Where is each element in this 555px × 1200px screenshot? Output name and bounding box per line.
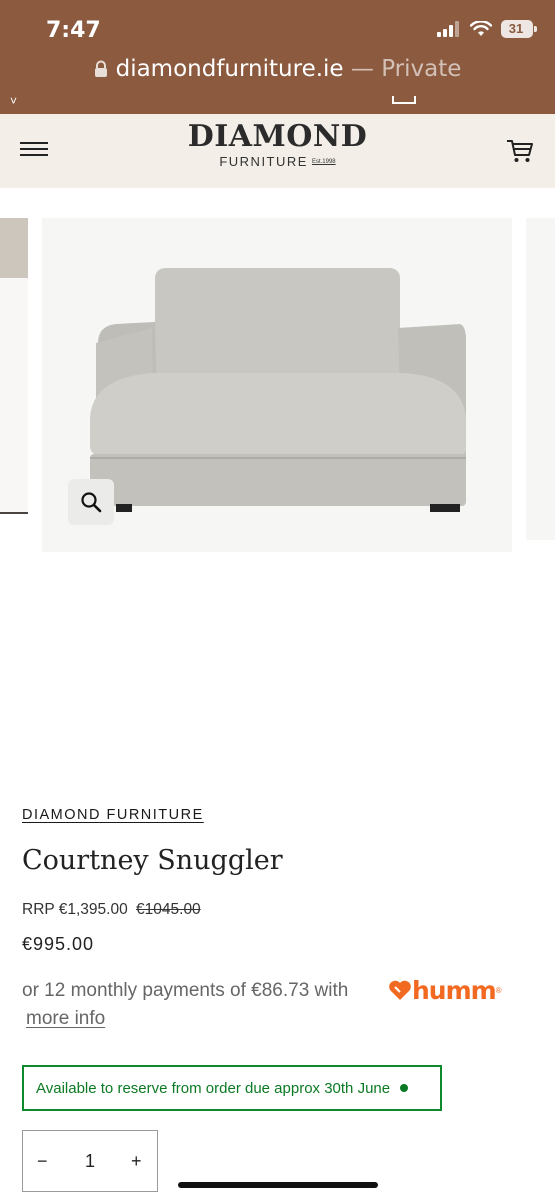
humm-logo[interactable]: humm ® xyxy=(388,975,502,1005)
url-private-label: — Private xyxy=(343,56,462,82)
tabs-chevron-icon[interactable]: ˅ xyxy=(10,94,17,108)
battery-level: 31 xyxy=(508,21,524,36)
browser-status-bar: 7:47 31 diamondfurniture.ie — Private ˅ xyxy=(0,0,555,114)
rrp-label: RRP €1,395.00 xyxy=(22,901,128,918)
instalment-text: or 12 monthly payments of €86.73 with xyxy=(22,980,349,1001)
lock-icon xyxy=(94,60,107,77)
signal-icon xyxy=(437,21,459,37)
status-icons: 31 xyxy=(437,20,537,38)
availability-dot-icon xyxy=(400,1084,409,1092)
quantity-stepper[interactable]: − 1 + xyxy=(22,1130,158,1192)
tabs-handle-icon xyxy=(392,96,416,104)
cart-icon[interactable] xyxy=(505,136,535,166)
humm-heart-icon xyxy=(389,980,411,1000)
product-brand-link[interactable]: DIAMOND FURNITURE xyxy=(22,807,204,823)
address-bar[interactable]: diamondfurniture.ie — Private xyxy=(0,56,555,82)
search-icon xyxy=(81,492,102,513)
wifi-icon xyxy=(470,21,492,36)
product-title: Courtney Snuggler xyxy=(22,845,283,876)
home-indicator[interactable] xyxy=(178,1182,378,1188)
humm-wordmark: humm xyxy=(412,975,497,1005)
logo-subtitle: FURNITURE xyxy=(219,154,308,169)
quantity-value[interactable]: 1 xyxy=(85,1151,95,1172)
quantity-decrease-button[interactable]: − xyxy=(37,1151,48,1172)
availability-badge: Available to reserve from order due appr… xyxy=(22,1065,442,1111)
site-logo[interactable]: DIAMOND FURNITURE Est.1998 xyxy=(0,118,555,168)
more-info-link[interactable]: more info xyxy=(26,1008,105,1030)
quantity-increase-button[interactable]: + xyxy=(131,1151,142,1172)
zoom-button[interactable] xyxy=(68,479,114,525)
old-price: €1045.00 xyxy=(136,901,201,918)
current-price: €995.00 xyxy=(22,934,95,954)
logo-est: Est.1998 xyxy=(311,159,336,165)
gallery-previous-slide[interactable] xyxy=(0,218,28,514)
gallery-next-slide[interactable] xyxy=(526,218,555,540)
url-domain: diamondfurniture.ie xyxy=(115,56,344,82)
availability-text: Available to reserve from order due appr… xyxy=(36,1079,391,1097)
logo-title: DIAMOND xyxy=(187,119,368,154)
battery-icon: 31 xyxy=(501,20,537,38)
rrp-price: RRP €1,395.00 €1045.00 xyxy=(22,901,201,919)
status-time: 7:47 xyxy=(46,18,101,43)
